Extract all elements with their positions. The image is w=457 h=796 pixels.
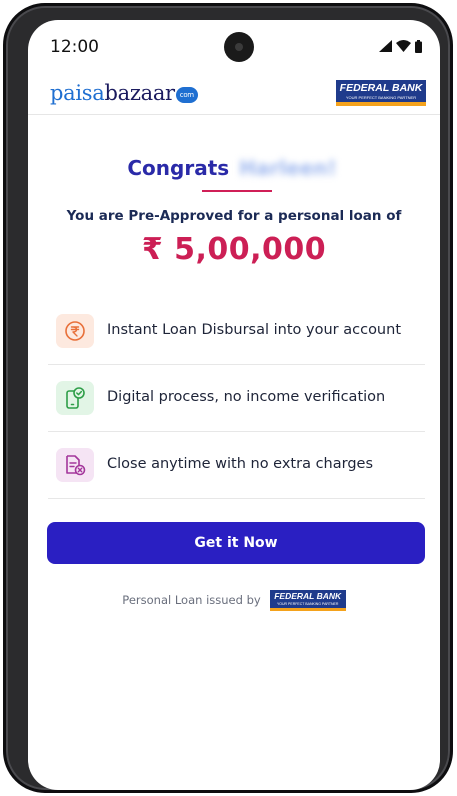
feature-text: Close anytime with no extra charges [107,456,373,472]
phone-screen: 12:00 paisabazaar com FEDERAL BANK YOUR … [28,20,440,790]
signal-icon [379,40,392,52]
feature-text: Digital process, no income verification [107,389,386,405]
recipient-name: Harleen! [239,156,337,180]
bank-logo-name: FEDERAL BANK [274,590,342,601]
camera-cutout [224,32,254,62]
federal-bank-logo-small: FEDERAL BANK YOUR PERFECT BANKING PARTNE… [269,589,346,611]
feature-item-digital-process: Digital process, no income verification [48,365,425,432]
app-header: paisabazaar com FEDERAL BANK YOUR PERFECT… [28,76,440,115]
congrats-heading: Congrats Harleen! [28,156,440,180]
feature-text: Instant Loan Disbursal into your account [107,322,402,338]
status-bar: 12:00 [28,20,440,72]
congrats-text: Congrats [127,156,230,180]
brand-logo-part1: paisa [50,81,105,105]
wifi-icon [396,40,411,52]
feature-icon-box [56,381,94,415]
status-time: 12:00 [50,37,99,57]
bank-logo-name: FEDERAL BANK [339,82,423,94]
feature-item-instant-disbursal: Instant Loan Disbursal into your account [48,298,425,365]
brand-logo-badge: com [175,86,198,103]
feature-list: Instant Loan Disbursal into your account… [48,298,425,499]
phone-frame: 12:00 paisabazaar com FEDERAL BANK YOUR … [3,3,453,793]
heading-underline [202,190,272,192]
federal-bank-logo: FEDERAL BANK YOUR PERFECT BANKING PARTNE… [336,80,426,106]
rupee-icon [65,321,85,341]
get-it-now-button[interactable]: Get it Now [47,522,425,564]
feature-item-close-anytime: Close anytime with no extra charges [48,432,425,499]
paisabazaar-logo: paisabazaar com [50,81,198,105]
issued-by-footer: Personal Loan issued by FEDERAL BANK YOU… [28,588,440,612]
document-close-icon [66,455,86,476]
preapproved-subtitle: You are Pre-Approved for a personal loan… [66,208,402,224]
brand-logo-part2: bazaar [104,81,175,105]
loan-amount: ₹ 5,00,000 [141,232,327,267]
bank-logo-tagline: YOUR PERFECT BANKING PARTNER [276,601,339,606]
feature-icon-box [56,314,94,348]
status-icons [379,39,422,53]
bank-logo-tagline: YOUR PERFECT BANKING PARTNER [345,95,417,100]
issued-by-text: Personal Loan issued by [122,593,261,607]
phone-check-icon [66,387,85,409]
battery-icon [415,39,422,53]
feature-icon-box [56,448,94,482]
